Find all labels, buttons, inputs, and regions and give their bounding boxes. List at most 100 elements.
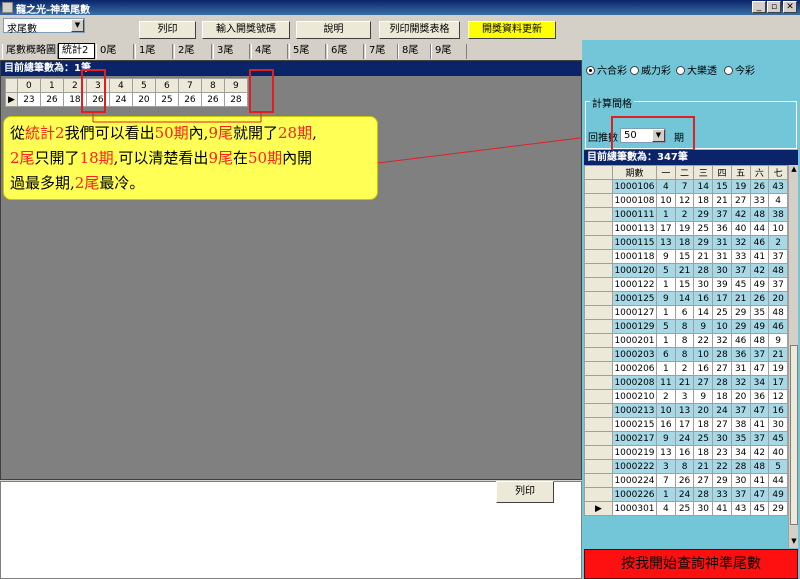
table-cell[interactable]: 15 <box>712 179 732 194</box>
table-cell[interactable]: 24 <box>674 487 695 502</box>
radio-jincai[interactable]: 今彩 <box>724 62 755 77</box>
table-cell[interactable]: 13 <box>656 445 676 460</box>
mode-select[interactable]: 求尾數 ▼ <box>3 18 85 35</box>
table-cell[interactable]: 12 <box>674 193 695 208</box>
table-cell[interactable]: 16 <box>674 445 695 460</box>
table-cell[interactable]: 1000301 <box>612 501 657 516</box>
table-cell[interactable]: 14 <box>693 179 714 194</box>
table-cell[interactable]: 49 <box>749 277 770 292</box>
tab-tail-1[interactable]: 1尾 <box>135 44 173 59</box>
table-cell[interactable]: 11 <box>656 375 676 390</box>
table-cell[interactable]: 21 <box>693 249 714 264</box>
table-row[interactable]: 1000120 5 21 28 30 37 42 48 <box>584 263 788 278</box>
col-header[interactable]: 三 <box>693 165 714 180</box>
col-header[interactable]: 6 <box>154 78 179 93</box>
table-cell[interactable]: 30 <box>730 473 751 488</box>
col-header[interactable]: 0 <box>16 78 41 93</box>
table-cell[interactable]: 37 <box>730 403 751 418</box>
table-cell[interactable]: 15 <box>674 277 695 292</box>
table-cell[interactable]: 6 <box>674 305 695 320</box>
table-row[interactable]: 1000213 10 13 20 24 37 47 16 <box>584 403 788 418</box>
tab-tail-4[interactable]: 4尾 <box>251 44 288 59</box>
table-row[interactable]: ▶ 1000301 4 25 30 41 43 45 29 <box>584 501 788 516</box>
table-cell[interactable]: 1000222 <box>612 459 657 474</box>
table-cell[interactable]: 6 <box>656 347 676 362</box>
table-cell[interactable]: 37 <box>749 347 770 362</box>
table-cell[interactable]: 32 <box>730 235 751 250</box>
table-cell[interactable]: 31 <box>712 249 732 264</box>
table-row[interactable]: 1000111 1 2 29 37 42 48 38 <box>584 207 788 222</box>
table-cell[interactable]: 45 <box>730 277 751 292</box>
table-row[interactable]: 1000108 10 12 18 21 27 33 4 <box>584 193 788 208</box>
table-cell[interactable]: 32 <box>712 333 732 348</box>
col-header[interactable]: 一 <box>656 165 676 180</box>
table-cell[interactable]: 45 <box>749 501 770 516</box>
table-row[interactable]: 1000208 11 21 27 28 32 34 17 <box>584 375 788 390</box>
table-cell[interactable]: 1 <box>656 487 676 502</box>
table-cell[interactable]: 1000129 <box>612 319 657 334</box>
table-cell[interactable]: 1000224 <box>612 473 657 488</box>
table-cell[interactable]: 4 <box>656 501 676 516</box>
table-cell[interactable]: 16 <box>693 361 714 376</box>
table-cell[interactable]: 1000219 <box>612 445 657 460</box>
tab-tail-7[interactable]: 7尾 <box>365 44 398 59</box>
table-row[interactable]: 1000122 1 15 30 39 45 49 37 <box>584 277 788 292</box>
table-cell[interactable]: 18 <box>693 417 714 432</box>
update-data-button[interactable]: 開獎資料更新 <box>468 21 556 39</box>
table-cell[interactable]: 26 <box>177 92 202 107</box>
table-cell[interactable]: 21 <box>693 459 714 474</box>
table-cell[interactable]: 33 <box>749 193 770 208</box>
table-row[interactable]: 1000115 13 18 29 31 32 46 2 <box>584 235 788 250</box>
table-cell[interactable]: 31 <box>712 235 732 250</box>
table-cell[interactable]: 1000108 <box>612 193 657 208</box>
table-cell[interactable]: 1000201 <box>612 333 657 348</box>
table-row[interactable]: 1000206 1 2 16 27 31 47 19 <box>584 361 788 376</box>
table-cell[interactable]: 10 <box>656 403 676 418</box>
table-row[interactable]: 1000201 1 8 22 32 46 48 9 <box>584 333 788 348</box>
table-cell[interactable]: 1000120 <box>612 263 657 278</box>
table-cell[interactable]: 20 <box>693 403 714 418</box>
col-header[interactable]: 七 <box>768 165 788 180</box>
table-cell[interactable]: 29 <box>712 473 732 488</box>
table-cell[interactable]: 49 <box>749 319 770 334</box>
table-row[interactable]: 1000224 7 26 27 29 30 41 44 <box>584 473 788 488</box>
col-header[interactable]: 期數 <box>612 165 657 180</box>
table-cell[interactable]: 36 <box>712 221 732 236</box>
table-cell[interactable]: 9 <box>768 333 788 348</box>
close-button[interactable]: ✕ <box>783 1 797 13</box>
table-cell[interactable]: 41 <box>712 501 732 516</box>
table-cell[interactable]: 44 <box>768 473 788 488</box>
table-cell[interactable]: 16 <box>656 417 676 432</box>
table-cell[interactable]: 9 <box>656 291 676 306</box>
table-row[interactable]: 1000125 9 14 16 17 21 26 20 <box>584 291 788 306</box>
table-cell[interactable]: 27 <box>712 361 732 376</box>
radio-liuhecai[interactable]: 六合彩 <box>586 62 627 77</box>
col-header[interactable]: 六 <box>749 165 770 180</box>
table-cell[interactable]: 36 <box>730 347 751 362</box>
table-cell[interactable]: 1000113 <box>612 221 657 236</box>
table-cell[interactable]: 25 <box>712 305 732 320</box>
table-cell[interactable]: 1 <box>656 207 676 222</box>
table-cell[interactable]: 25 <box>674 501 695 516</box>
table-row[interactable]: 1000113 17 19 25 36 40 44 10 <box>584 221 788 236</box>
start-query-button[interactable]: 按我開始查詢神準尾數 <box>584 549 798 579</box>
table-row[interactable]: 1000219 13 16 18 23 34 42 40 <box>584 445 788 460</box>
table-cell[interactable]: 45 <box>768 431 788 446</box>
table-cell[interactable]: 29 <box>693 207 714 222</box>
table-row[interactable]: 1000215 16 17 18 27 38 41 30 <box>584 417 788 432</box>
table-cell[interactable]: 29 <box>768 501 788 516</box>
table-cell[interactable]: 41 <box>749 417 770 432</box>
table-cell[interactable]: 46 <box>768 319 788 334</box>
table-cell[interactable]: 29 <box>730 319 751 334</box>
table-cell[interactable]: 3 <box>656 459 676 474</box>
tab-overview[interactable]: 尾數概略圖 <box>2 44 58 59</box>
table-cell[interactable]: 26 <box>200 92 225 107</box>
table-cell[interactable]: 37 <box>730 487 751 502</box>
minimize-button[interactable]: _ <box>752 1 766 13</box>
table-cell[interactable]: 27 <box>693 375 714 390</box>
table-cell[interactable]: 10 <box>656 193 676 208</box>
table-cell[interactable]: 37 <box>712 207 732 222</box>
table-cell[interactable]: 8 <box>674 347 695 362</box>
col-header[interactable]: 4 <box>108 78 133 93</box>
table-cell[interactable]: 44 <box>749 221 770 236</box>
